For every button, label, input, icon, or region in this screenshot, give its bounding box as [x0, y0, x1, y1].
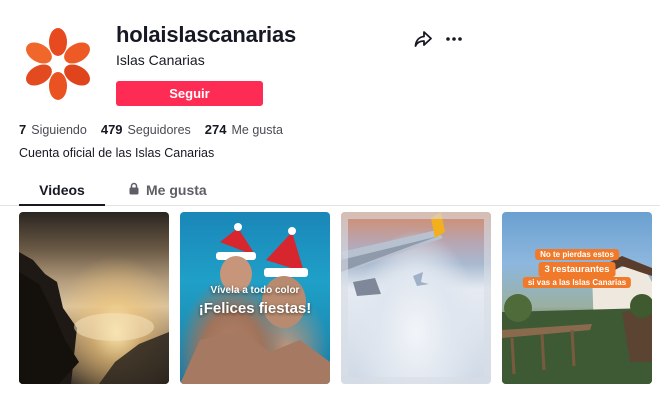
video-overlay-tag: 3 restaurantes: [538, 262, 616, 277]
video-overlay-subtitle: Vívela a todo color: [210, 285, 300, 296]
profile-stats: 7 Siguiendo 479 Seguidores 274 Me gusta: [19, 122, 283, 137]
tab-liked[interactable]: Me gusta: [128, 182, 207, 198]
tab-videos[interactable]: Videos: [19, 182, 105, 198]
likes-label: Me gusta: [231, 123, 283, 137]
video-overlay-tag: si vas a las Islas Canarias: [522, 277, 632, 288]
profile-bio: Cuenta oficial de las Islas Canarias: [19, 146, 215, 160]
share-icon[interactable]: [413, 29, 433, 49]
more-icon[interactable]: [444, 29, 464, 49]
active-tab-indicator: [19, 204, 105, 206]
tab-videos-label: Videos: [39, 182, 85, 198]
video-thumbnail: [341, 212, 491, 384]
video-card[interactable]: [19, 212, 169, 384]
followers-label: Seguidores: [127, 123, 191, 137]
likes-count: 274: [204, 122, 227, 137]
video-grid: Vívela a todo color ¡Felices fiestas! No…: [19, 212, 652, 384]
following-stat[interactable]: 7 Siguiendo: [19, 122, 87, 137]
video-overlay-tag: No te pierdas estos: [535, 249, 619, 260]
following-label: Siguiendo: [31, 123, 87, 137]
video-card[interactable]: No te pierdas estos 3 restaurantes si va…: [502, 212, 652, 384]
avatar[interactable]: [20, 26, 96, 102]
followers-count: 479: [100, 122, 123, 137]
follow-button[interactable]: Seguir: [116, 81, 263, 106]
username: holaislascanarias: [116, 22, 297, 47]
video-card[interactable]: Vívela a todo color ¡Felices fiestas!: [180, 212, 330, 384]
video-thumbnail: [180, 223, 330, 384]
video-card[interactable]: [341, 212, 491, 384]
islas-canarias-logo: [26, 28, 90, 100]
video-thumbnail: [19, 252, 169, 384]
video-thumbnail: [502, 256, 652, 384]
tab-liked-label: Me gusta: [146, 182, 207, 198]
video-overlay-title: ¡Felices fiestas!: [198, 300, 312, 317]
following-count: 7: [19, 122, 27, 137]
followers-stat[interactable]: 479 Seguidores: [101, 122, 191, 137]
nickname: Islas Canarias: [116, 52, 205, 68]
lock-icon: [128, 182, 140, 198]
likes-stat: 274 Me gusta: [205, 122, 283, 137]
